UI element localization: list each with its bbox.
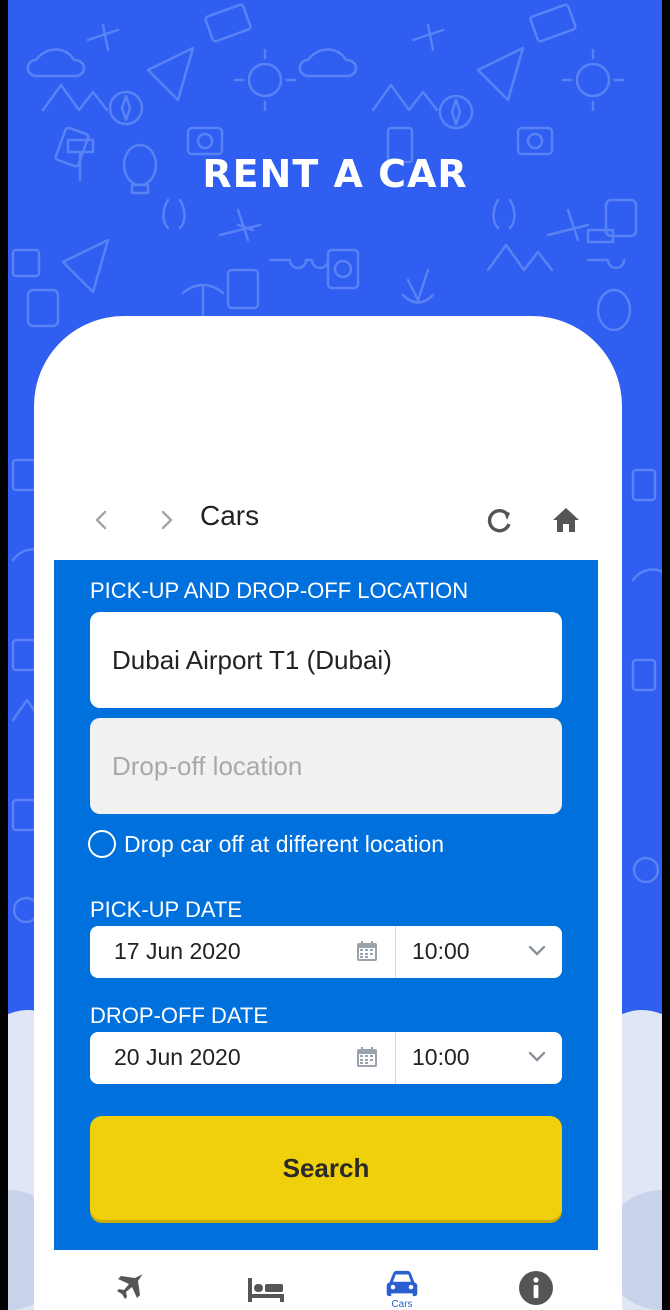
chevron-down-icon [528, 945, 546, 956]
pickup-time-value: 10:00 [412, 938, 470, 964]
dropoff-date-field[interactable]: 20 Jun 2020 [90, 1032, 396, 1084]
tab-hotels[interactable] [236, 1270, 296, 1310]
car-icon [386, 1270, 418, 1297]
pickup-date-field[interactable]: 17 Jun 2020 [90, 926, 396, 978]
dropoff-time-value: 10:00 [412, 1044, 470, 1070]
dropoff-date-value: 20 Jun 2020 [114, 1044, 241, 1070]
browser-navbar: Cars [34, 490, 622, 550]
home-icon[interactable] [548, 502, 584, 538]
different-location-option[interactable]: Drop car off at different location [88, 830, 444, 858]
pickup-date-value: 17 Jun 2020 [114, 938, 241, 964]
dropoff-location-field[interactable]: Drop-off location [90, 718, 562, 814]
dropoff-date-row: 20 Jun 2020 10:00 [90, 1032, 562, 1084]
page-title: RENT A CAR [202, 152, 468, 196]
different-location-radio[interactable] [88, 830, 116, 858]
calendar-icon [357, 1047, 377, 1067]
pickup-location-field[interactable]: Dubai Airport T1 (Dubai) [90, 612, 562, 708]
info-icon [519, 1271, 553, 1305]
car-search-form: PICK-UP AND DROP-OFF LOCATION Dubai Airp… [54, 560, 598, 1250]
pickup-location-value: Dubai Airport T1 (Dubai) [112, 644, 392, 675]
tab-info[interactable] [506, 1270, 566, 1310]
dropoff-location-placeholder: Drop-off location [112, 750, 303, 781]
dropoff-date-label: DROP-OFF DATE [90, 1003, 269, 1028]
pickup-date-row: 17 Jun 2020 10:00 [90, 926, 562, 978]
pickup-date-label: PICK-UP DATE [90, 897, 242, 922]
bottom-tab-bar: Cars [34, 1258, 622, 1310]
chevron-right-icon[interactable] [152, 502, 182, 538]
calendar-icon [357, 941, 377, 961]
refresh-icon[interactable] [482, 502, 518, 538]
different-location-label: Drop car off at different location [124, 830, 445, 857]
location-section-label: PICK-UP AND DROP-OFF LOCATION [90, 578, 469, 603]
tab-cars[interactable]: Cars [372, 1270, 432, 1310]
nav-title: Cars [200, 500, 260, 531]
chevron-left-icon[interactable] [86, 502, 116, 538]
tab-flights[interactable] [100, 1270, 160, 1310]
tab-cars-label: Cars [391, 1299, 413, 1310]
airplane-icon [117, 1274, 143, 1299]
search-button[interactable]: Search [90, 1116, 562, 1220]
chevron-down-icon [528, 1051, 546, 1062]
bed-icon [248, 1278, 284, 1302]
pickup-time-select[interactable]: 10:00 [396, 926, 562, 978]
dropoff-time-select[interactable]: 10:00 [396, 1032, 562, 1084]
